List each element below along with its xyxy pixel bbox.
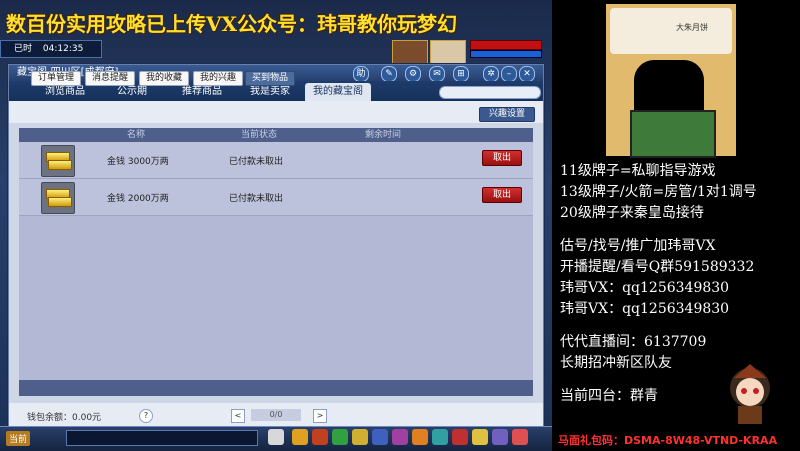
friends-icon[interactable]	[372, 429, 388, 445]
item-status: 已付款未取出	[229, 157, 284, 167]
game-preview-image	[630, 110, 716, 158]
overlay-line: 玮哥VX：qq1256349830	[560, 280, 730, 296]
prev-page-button[interactable]: <	[231, 409, 245, 423]
column-remaining: 剩余时间	[365, 130, 402, 140]
guild-icon[interactable]	[392, 429, 408, 445]
clock-time: 04:12:35	[42, 44, 84, 54]
gift-icon[interactable]	[512, 429, 528, 445]
help-icon[interactable]: ?	[139, 409, 153, 423]
mascot-icon	[730, 364, 770, 424]
team-icon[interactable]	[332, 429, 348, 445]
subtab-messages[interactable]: 消息提醒	[85, 71, 135, 86]
overlay-line: 玮哥VX：qq1256349830	[560, 301, 730, 317]
table-header: 名称 当前状态 剩余时间	[19, 128, 533, 142]
take-out-button[interactable]: 取出	[482, 150, 522, 166]
item-name: 金钱 3000万两	[107, 157, 169, 167]
list-footer-bar	[19, 380, 533, 396]
chat-input[interactable]	[66, 430, 258, 446]
event-icon[interactable]	[452, 429, 468, 445]
shop-icon[interactable]	[412, 429, 428, 445]
overlay-line: 代代直播间：6137709	[560, 334, 707, 350]
item-status: 已付款未取出	[229, 194, 284, 204]
interest-settings-button[interactable]: 兴趣设置	[479, 107, 535, 122]
overlay-line: 13级牌子/火箭=房管/1对1调号	[560, 184, 757, 200]
wallet-balance: 钱包余额：0.00元	[27, 413, 102, 423]
settings-icon[interactable]: ⚙	[405, 66, 421, 82]
search-input[interactable]	[439, 86, 541, 99]
chat-icon[interactable]: ✉	[429, 66, 445, 82]
overlay-line: 开播提醒/看号Q群591589332	[560, 259, 755, 275]
subtab-purchased[interactable]: 买到物品	[245, 71, 295, 86]
purchased-items-list: 名称 当前状态 剩余时间 金钱 3000万两 已付款未取出 取出 金钱 2000…	[19, 128, 533, 396]
skill-icon[interactable]	[312, 429, 328, 445]
hp-bar	[470, 40, 542, 50]
cart-icon[interactable]: ⊞	[453, 66, 469, 82]
gear-icon[interactable]: ✲	[483, 66, 499, 82]
game-clock-text: 已时 04:12:35	[0, 41, 100, 55]
page-indicator: 0/0	[251, 409, 301, 421]
overlay-line: 11级牌子=私聊指导游戏	[560, 163, 716, 179]
overlay-line: 长期招冲新区队友	[560, 355, 672, 371]
overlay-line: 当前四台：群青	[560, 388, 658, 404]
window-footer: 钱包余额：0.00元 ? < 0/0 >	[9, 403, 543, 427]
art-text: 大朱月饼	[676, 23, 708, 32]
take-out-button[interactable]: 取出	[482, 187, 522, 203]
gift-code: 马面礼包码：DSMA-8W48-VTND-KRAA	[558, 434, 778, 447]
reward-icon[interactable]	[472, 429, 488, 445]
tab-my-pavilion[interactable]: 我的藏宝阁	[305, 83, 371, 101]
pin-icon[interactable]: ✎	[381, 66, 397, 82]
inventory-icon[interactable]	[292, 429, 308, 445]
close-icon[interactable]: ✕	[519, 66, 535, 82]
next-page-button[interactable]: >	[313, 409, 327, 423]
stream-art: 大朱月饼	[606, 4, 736, 158]
quest-icon[interactable]	[352, 429, 368, 445]
subtab-interests[interactable]: 我的兴趣	[193, 71, 243, 86]
table-row[interactable]: 金钱 3000万两 已付款未取出 取出	[19, 142, 533, 179]
subtab-favorites[interactable]: 我的收藏	[139, 71, 189, 86]
system-icon[interactable]	[492, 429, 508, 445]
art-paper	[610, 8, 732, 54]
help-icon[interactable]: 助	[353, 66, 369, 82]
pet-icon[interactable]	[268, 429, 284, 445]
overlay-line: 估号/找号/推广加玮哥VX	[560, 238, 716, 254]
channel-label[interactable]: 当前	[6, 431, 31, 446]
mp-bar	[470, 50, 542, 58]
subtab-orders[interactable]: 订单管理	[31, 71, 81, 86]
map-icon[interactable]	[432, 429, 448, 445]
gold-icon	[41, 182, 75, 214]
promo-banner: 数百份实用攻略已上传VX公众号：玮哥教你玩梦幻	[6, 12, 458, 36]
overlay-line: 20级牌子来秦皇岛接待	[560, 205, 704, 221]
art-silhouette	[634, 60, 704, 110]
column-status: 当前状态	[241, 130, 278, 140]
item-name: 金钱 2000万两	[107, 194, 169, 204]
column-name: 名称	[127, 130, 146, 140]
table-row[interactable]: 金钱 2000万两 已付款未取出 取出	[19, 179, 533, 216]
sub-tabs	[9, 101, 543, 123]
gold-icon	[41, 145, 75, 177]
treasure-pavilion-window: 藏宝阁-四川区[成都府] 助 ✎ ⚙ ✉ ⊞ ✲ – ✕ 浏览商品 公示期 推荐…	[8, 64, 544, 428]
minimize-icon[interactable]: –	[501, 66, 517, 82]
clock-label: 已时	[14, 44, 33, 54]
